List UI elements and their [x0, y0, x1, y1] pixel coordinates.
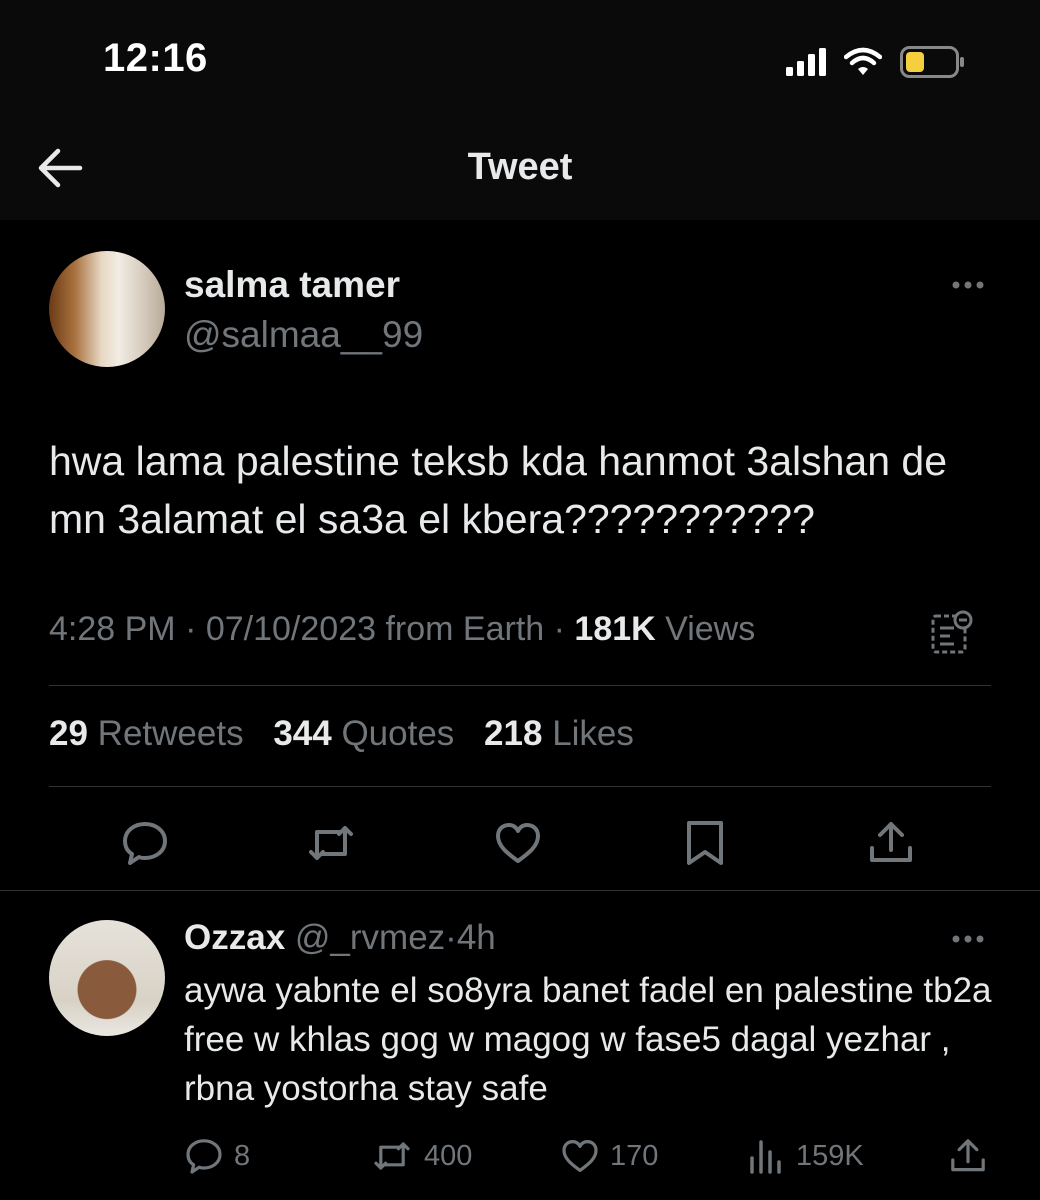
- reply-author-name[interactable]: Ozzax: [184, 918, 285, 957]
- like-icon[interactable]: [493, 818, 543, 868]
- views-icon: [746, 1136, 786, 1176]
- reply-replies-count: 8: [234, 1139, 251, 1172]
- reply-share-action[interactable]: [948, 1136, 988, 1176]
- reply-reply-action[interactable]: 8: [184, 1136, 250, 1176]
- retweet-icon: [370, 1136, 414, 1176]
- page-title: Tweet: [467, 146, 573, 188]
- author-name[interactable]: salma tamer: [184, 264, 400, 306]
- reply-icon[interactable]: [120, 818, 170, 868]
- views-label: Views: [665, 610, 756, 648]
- retweets-stat[interactable]: 29 Retweets: [49, 714, 244, 753]
- battery-icon: [900, 46, 966, 78]
- reply-header: Ozzax @_rvmez·4h: [184, 918, 496, 957]
- divider: [0, 890, 1040, 891]
- more-icon[interactable]: [948, 270, 988, 300]
- reply-like-action[interactable]: 170: [560, 1136, 658, 1176]
- views-count: 181K: [574, 610, 656, 648]
- divider: [49, 685, 991, 686]
- status-time: 12:16: [103, 36, 208, 80]
- avatar[interactable]: [49, 251, 165, 367]
- reply-age: 4h: [456, 918, 496, 957]
- likes-stat[interactable]: 218 Likes: [484, 714, 634, 753]
- status-icons: [786, 42, 966, 82]
- signal-icon: [786, 48, 826, 76]
- reply-author-handle[interactable]: @_rvmez: [295, 918, 445, 957]
- reply-text: aywa yabnte el so8yra banet fadel en pal…: [184, 971, 992, 1108]
- reply-retweets-count: 400: [424, 1139, 473, 1172]
- reply-icon: [184, 1136, 224, 1176]
- reply-views-count: 159K: [796, 1139, 864, 1172]
- wifi-icon: [844, 47, 882, 77]
- reply-avatar[interactable]: [49, 920, 165, 1036]
- bookmark-icon[interactable]: [680, 818, 730, 868]
- more-icon[interactable]: [948, 924, 988, 954]
- reply-views-action[interactable]: 159K: [746, 1136, 864, 1176]
- tweet-text: hwa lama palestine teksb kda hanmot 3als…: [49, 438, 948, 542]
- reply-likes-count: 170: [610, 1139, 659, 1172]
- share-icon: [948, 1136, 988, 1176]
- tweet-time: 4:28 PM: [49, 610, 176, 648]
- author-handle[interactable]: @salmaa__99: [184, 314, 423, 356]
- tweet-meta: 4:28 PM · 07/10/2023 from Earth · 181K V…: [49, 610, 756, 648]
- share-icon[interactable]: [866, 818, 916, 868]
- tweet-source: from Earth: [385, 610, 545, 648]
- divider: [49, 786, 991, 787]
- like-icon: [560, 1136, 600, 1176]
- reply-retweet-action[interactable]: 400: [370, 1136, 472, 1176]
- tweet-date: 07/10/2023: [205, 610, 377, 648]
- retweet-icon[interactable]: [306, 818, 356, 868]
- analytics-icon[interactable]: [930, 608, 974, 656]
- tweet-stats: 29 Retweets 344 Quotes 218 Likes: [49, 714, 654, 754]
- quotes-stat[interactable]: 344 Quotes: [273, 714, 454, 753]
